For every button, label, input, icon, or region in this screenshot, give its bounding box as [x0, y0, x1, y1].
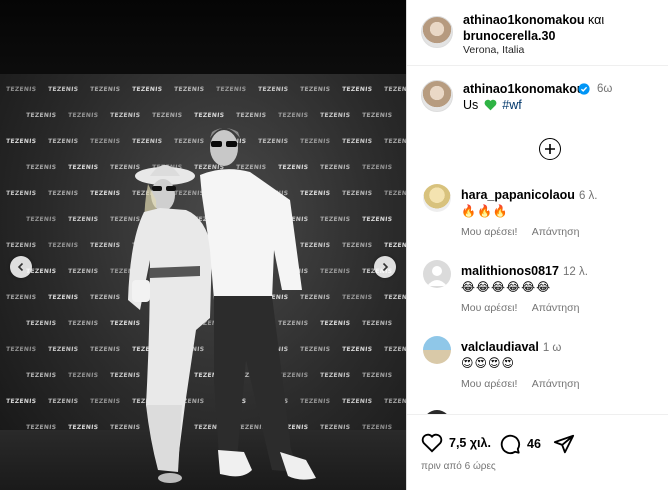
caption-text: Us #wf [463, 98, 522, 112]
like-button[interactable]: 7,5 χιλ. [421, 433, 491, 453]
hashtag-link[interactable]: #wf [502, 98, 521, 112]
caption-username[interactable]: athinao1konomakou [463, 82, 585, 96]
avatar[interactable] [423, 336, 451, 364]
caption-time: 6ω [597, 83, 613, 95]
post-side-panel: athinao1konomakou και brunocerella.30 Ve… [406, 0, 668, 490]
comment-actions: Μου αρέσει! Απάντηση [461, 378, 591, 390]
avatar[interactable] [423, 184, 451, 212]
comment-time: 1 ω [542, 342, 562, 354]
comment-count: 46 [527, 437, 541, 451]
load-more-comments-button[interactable] [539, 138, 561, 160]
plus-icon [545, 144, 555, 154]
comment-like-link[interactable]: Μου αρέσει! [461, 302, 517, 314]
comment-username[interactable]: hara_papanicolaou [461, 188, 575, 202]
person-silhouette-icon [427, 266, 447, 286]
comment-text: 😍😍😍😍 [461, 356, 516, 370]
default-avatar[interactable] [423, 260, 451, 288]
comment-reply-link[interactable]: Απάντηση [532, 378, 580, 390]
couple-figures [128, 128, 316, 483]
previous-photo-button[interactable] [10, 256, 32, 278]
green-heart-icon [484, 99, 497, 111]
comment-reply-link[interactable]: Απάντηση [532, 302, 580, 314]
comment-item: valclaudiaval 1 ω 😍😍😍😍 Μου αρέσει! Απάντη… [407, 336, 668, 406]
next-photo-button[interactable] [374, 256, 396, 278]
authors-connector: και [588, 13, 605, 27]
avatar[interactable] [421, 16, 453, 48]
like-count: 7,5 χιλ. [449, 436, 491, 450]
comment-author: valclaudiaval 1 ω [461, 340, 561, 354]
man-figure [200, 128, 316, 480]
comment-username[interactable]: valclaudiaval [461, 340, 539, 354]
post-header: athinao1konomakou και brunocerella.30 Ve… [407, 0, 668, 66]
avatar[interactable] [421, 80, 453, 112]
comment-reply-link[interactable]: Απάντηση [532, 226, 580, 238]
comment-actions: Μου αρέσει! Απάντηση [461, 302, 591, 314]
comment-author: malithionos0817 12 λ. [461, 264, 588, 278]
post-authors: athinao1konomakou και brunocerella.30 [463, 12, 663, 44]
comment-author: hara_papanicolaou 6 λ. [461, 188, 597, 202]
caption: athinao1konomakou 6ω Us #wf [407, 78, 668, 118]
post-actions: 7,5 χιλ. 46 πριν από 6 ώρες [407, 414, 668, 490]
share-button[interactable] [553, 433, 575, 455]
post-photo: TEZENIS TEZENIS TEZENIS TEZENIS TEZENIS TEZEN… [0, 0, 406, 490]
chevron-left-icon [17, 262, 24, 272]
comment-button[interactable]: 46 [499, 433, 541, 455]
woman-figure [128, 165, 212, 483]
paper-plane-icon [553, 434, 575, 454]
author-link-1[interactable]: athinao1konomakou [463, 13, 585, 27]
post-timestamp: πριν από 6 ώρες [421, 461, 496, 472]
author-link-2[interactable]: brunocerella.30 [463, 29, 555, 43]
comment-text: 🔥🔥🔥 [461, 204, 509, 218]
comment-bubble-icon [500, 434, 521, 455]
comment-text: 😂😂😂😂😂😂 [461, 280, 552, 294]
comment-like-link[interactable]: Μου αρέσει! [461, 378, 517, 390]
chevron-right-icon [382, 262, 389, 272]
comment-like-link[interactable]: Μου αρέσει! [461, 226, 517, 238]
comment-actions: Μου αρέσει! Απάντηση [461, 226, 591, 238]
comment-time: 12 λ. [562, 266, 588, 278]
caption-body: Us [463, 98, 479, 112]
comment-time: 6 λ. [578, 190, 598, 202]
heart-outline-icon [421, 433, 443, 453]
verified-badge-icon [578, 83, 590, 95]
comment-item: malithionos0817 12 λ. 😂😂😂😂😂😂 Μου αρέσει! … [407, 260, 668, 330]
comment-username[interactable]: malithionos0817 [461, 264, 559, 278]
comment-item: hara_papanicolaou 6 λ. 🔥🔥🔥 Μου αρέσει! Απ… [407, 184, 668, 254]
location-link[interactable]: Verona, Italia [463, 44, 524, 56]
